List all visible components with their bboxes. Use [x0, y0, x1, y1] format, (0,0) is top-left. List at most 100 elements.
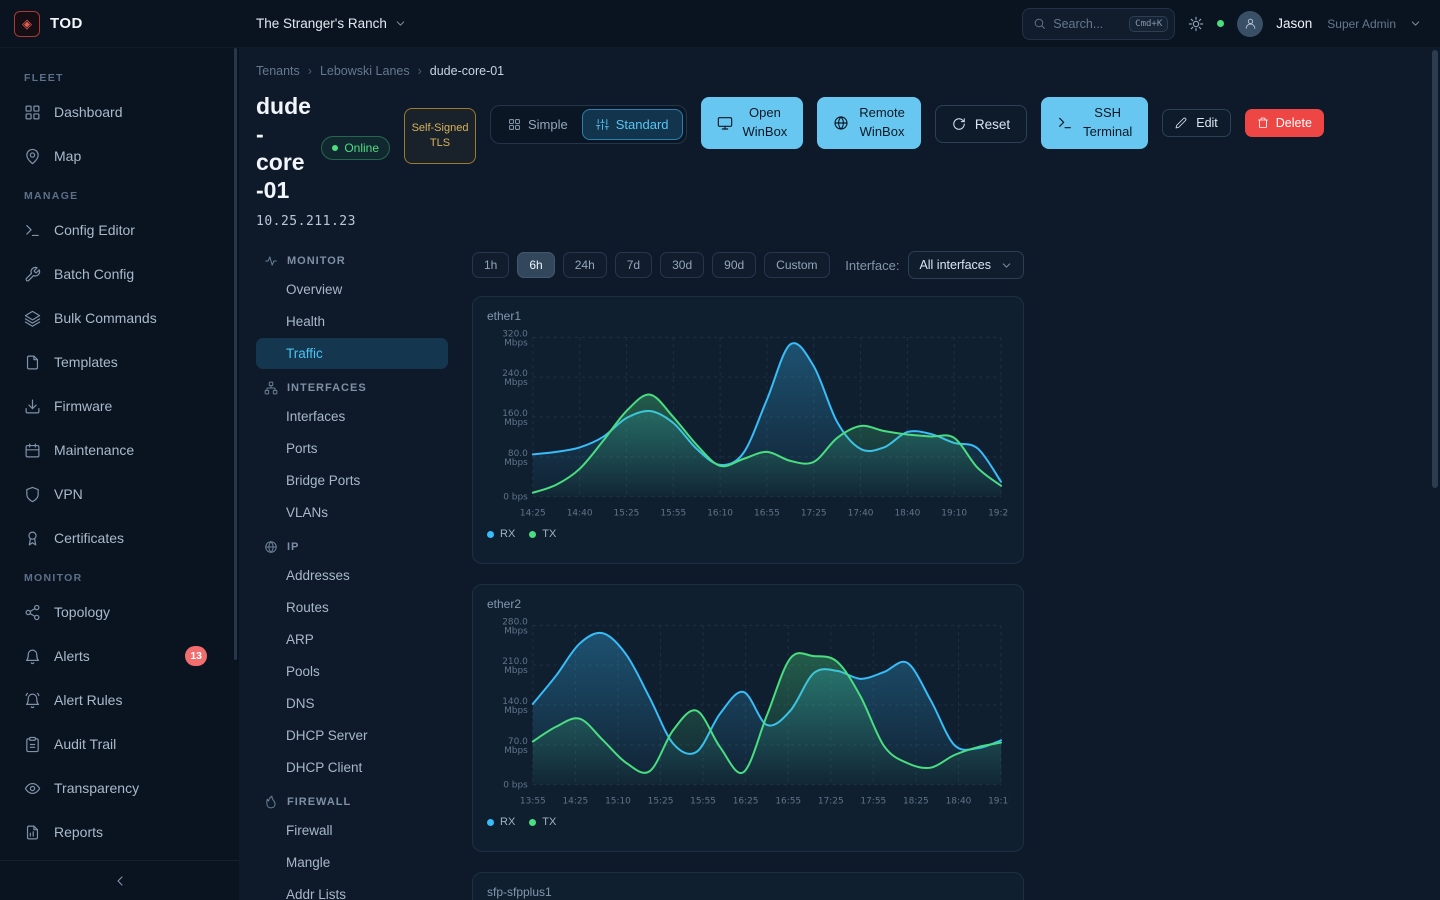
sidebar-item-dashboard[interactable]: Dashboard: [0, 90, 239, 134]
sidebar-scrollbar[interactable]: [234, 48, 237, 660]
theme-toggle-button[interactable]: [1188, 16, 1204, 32]
traffic-chart: 320.0Mbps240.0Mbps160.0Mbps80.0Mbps0 bps…: [487, 325, 1009, 523]
sidebar-item-alerts[interactable]: Alerts13: [0, 634, 239, 678]
range-custom-button[interactable]: Custom: [764, 252, 829, 278]
legend-tx: TX: [529, 528, 556, 540]
sidebar-item-config-editor[interactable]: Config Editor: [0, 208, 239, 252]
interface-label: Interface:: [845, 258, 899, 273]
subnav-item-ports[interactable]: Ports: [256, 433, 448, 464]
chart-controls: 1h 6h 24h 7d 30d 90d Custom Interface: All int…: [472, 251, 1024, 279]
trash-icon: [1257, 117, 1269, 129]
subnav-item-pools[interactable]: Pools: [256, 656, 448, 687]
pencil-icon: [1175, 117, 1187, 129]
subnav-item-dhcp-server[interactable]: DHCP Server: [256, 720, 448, 751]
range-24h-button[interactable]: 24h: [563, 252, 607, 278]
flame-icon: [264, 795, 278, 809]
sidebar-item-label: Transparency: [54, 780, 139, 796]
subnav-section-label: IP: [256, 529, 448, 560]
sidebar-item-bulk-commands[interactable]: Bulk Commands: [0, 296, 239, 340]
subnav-item-interfaces[interactable]: Interfaces: [256, 401, 448, 432]
online-dot-icon: [332, 145, 338, 151]
edit-button[interactable]: Edit: [1162, 109, 1231, 137]
svg-text:Mbps: Mbps: [504, 418, 528, 428]
subnav-item-health[interactable]: Health: [256, 306, 448, 337]
sidebar-item-reports[interactable]: Reports: [0, 810, 239, 854]
svg-text:18:40: 18:40: [946, 797, 972, 807]
subnav-item-dns[interactable]: DNS: [256, 688, 448, 719]
range-90d-button[interactable]: 90d: [712, 252, 756, 278]
subnav-item-routes[interactable]: Routes: [256, 592, 448, 623]
search-shortcut-badge: Cmd+K: [1129, 16, 1168, 32]
subnav-item-addr-lists[interactable]: Addr Lists: [256, 879, 448, 900]
subnav-item-arp[interactable]: ARP: [256, 624, 448, 655]
standard-mode-button[interactable]: Standard: [582, 109, 683, 140]
traffic-chart: 280.0Mbps210.0Mbps140.0Mbps70.0Mbps0 bps…: [487, 613, 1009, 811]
sidebar-item-topology[interactable]: Topology: [0, 590, 239, 634]
range-6h-button[interactable]: 6h: [517, 252, 554, 278]
range-30d-button[interactable]: 30d: [660, 252, 704, 278]
sidebar-item-alert-rules[interactable]: Alert Rules: [0, 678, 239, 722]
sidebar-item-templates[interactable]: Templates: [0, 340, 239, 384]
sidebar-item-label: Templates: [54, 354, 118, 370]
download-icon: [24, 398, 41, 415]
svg-text:13:55: 13:55: [520, 797, 546, 807]
subnav-item-vlans[interactable]: VLANs: [256, 497, 448, 528]
breadcrumb-item[interactable]: dude-core-01: [430, 64, 504, 78]
avatar[interactable]: [1237, 11, 1263, 37]
chart-title: sfp-sfpplus1: [487, 885, 1009, 899]
award-icon: [24, 530, 41, 547]
connection-status-dot: [1217, 20, 1224, 27]
sidebar-item-maintenance[interactable]: Maintenance: [0, 428, 239, 472]
subnav-item-bridge-ports[interactable]: Bridge Ports: [256, 465, 448, 496]
chevron-down-icon[interactable]: [1409, 17, 1422, 30]
sidebar-item-label: Firmware: [54, 398, 112, 414]
sidebar-item-certificates[interactable]: Certificates: [0, 516, 239, 560]
range-1h-button[interactable]: 1h: [472, 252, 509, 278]
breadcrumb-separator: ›: [418, 64, 422, 78]
brand[interactable]: TOD: [0, 11, 240, 37]
chart-legend: RXTX: [487, 816, 1009, 828]
subnav-item-dhcp-client[interactable]: DHCP Client: [256, 752, 448, 783]
search-input[interactable]: Search... Cmd+K: [1022, 8, 1175, 40]
chart-card-ether1: ether1 320.0Mbps240.0Mbps160.0Mbps80.0Mbp…: [472, 296, 1024, 564]
sidebar-collapse-button[interactable]: [0, 860, 239, 900]
svg-text:14:40: 14:40: [567, 509, 593, 519]
simple-mode-button[interactable]: Simple: [494, 109, 582, 140]
breadcrumb-item[interactable]: Tenants: [256, 64, 300, 78]
subnav-item-traffic[interactable]: Traffic: [256, 338, 448, 369]
delete-button[interactable]: Delete: [1245, 109, 1324, 137]
range-7d-button[interactable]: 7d: [615, 252, 652, 278]
sidebar-item-vpn[interactable]: VPN: [0, 472, 239, 516]
ssh-terminal-button[interactable]: SSH Terminal: [1041, 97, 1148, 149]
sidebar-item-transparency[interactable]: Transparency: [0, 766, 239, 810]
clipboard-icon: [24, 736, 41, 753]
subnav-item-mangle[interactable]: Mangle: [256, 847, 448, 878]
chevron-left-icon: [112, 873, 128, 889]
svg-text:Mbps: Mbps: [504, 338, 528, 348]
sidebar-item-batch-config[interactable]: Batch Config: [0, 252, 239, 296]
window-scrollbar[interactable]: [1432, 50, 1438, 488]
sidebar-item-audit-trail[interactable]: Audit Trail: [0, 722, 239, 766]
sidebar-item-label: Batch Config: [54, 266, 134, 282]
page-title: dude-core-01: [256, 92, 311, 204]
breadcrumb: Tenants › Lebowski Lanes › dude-core-01: [256, 64, 1440, 78]
reset-button[interactable]: Reset: [935, 105, 1027, 143]
legend-rx: RX: [487, 528, 515, 540]
subnav-item-firewall[interactable]: Firewall: [256, 815, 448, 846]
svg-text:14:25: 14:25: [562, 797, 588, 807]
subnav-section-label: FIREWALL: [256, 784, 448, 815]
main-content: Tenants › Lebowski Lanes › dude-core-01 dude…: [240, 48, 1440, 900]
sidebar-item-firmware[interactable]: Firmware: [0, 384, 239, 428]
subnav-item-overview[interactable]: Overview: [256, 274, 448, 305]
globe-icon: [264, 540, 278, 554]
open-winbox-button[interactable]: Open WinBox: [701, 97, 804, 149]
interface-select[interactable]: All interfaces: [908, 251, 1024, 279]
sidebar-item-map[interactable]: Map: [0, 134, 239, 178]
subnav-item-addresses[interactable]: Addresses: [256, 560, 448, 591]
tenant-selector[interactable]: The Stranger's Ranch: [256, 16, 407, 31]
remote-winbox-button[interactable]: Remote WinBox: [817, 97, 921, 149]
svg-text:15:10: 15:10: [605, 797, 631, 807]
breadcrumb-item[interactable]: Lebowski Lanes: [320, 64, 410, 78]
chart-title: ether1: [487, 309, 1009, 323]
breadcrumb-separator: ›: [308, 64, 312, 78]
